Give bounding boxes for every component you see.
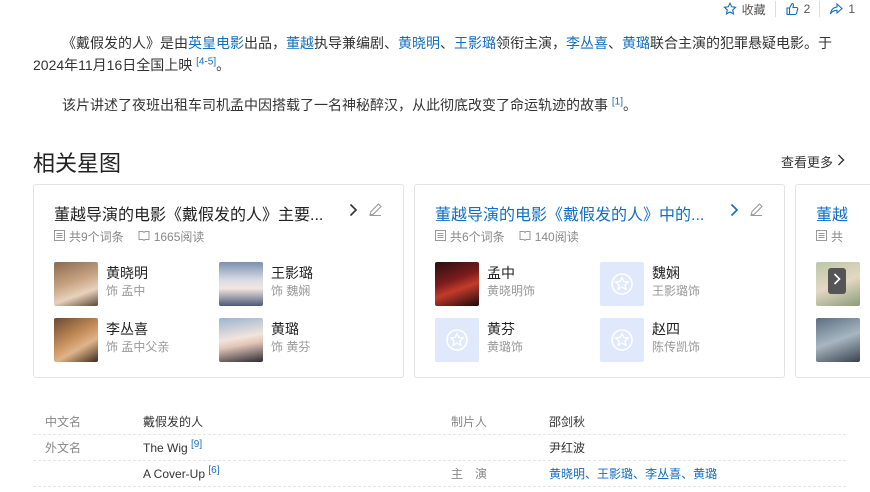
person-item[interactable]: 王影璐饰 魏娴 [219,262,313,306]
placeholder-avatar-icon [600,262,644,306]
link-actor[interactable]: 李丛喜 [566,35,608,51]
share-icon [829,2,844,16]
info-value: 邵剑秋 [549,415,586,429]
avatar [816,318,860,362]
person-item[interactable]: 黄璐饰 黄芬 [219,318,310,362]
book-icon [519,230,531,244]
info-value: The Wig [9] [143,438,203,455]
link-studio[interactable]: 英皇电影 [188,35,244,51]
section-title: 相关星图 [33,151,122,176]
link-director[interactable]: 董越 [286,35,314,51]
table-row: A Cover-Up [6] 主 演 黄晓明、王影璐、李丛喜、黄璐 [33,461,846,487]
entry-count: 共9个词条 [69,230,124,244]
cast-links: 黄晓明、王影璐、李丛喜、黄璐 [549,467,718,481]
link-actor[interactable]: 黄璐 [693,467,717,481]
edit-icon[interactable] [749,202,764,222]
card-title[interactable]: 董越 [816,201,848,225]
reference-link[interactable]: [4-5] [196,56,216,67]
avatar [435,262,479,306]
read-count: 140阅读 [534,230,579,244]
info-label: 主 演 [451,467,488,481]
reference-link[interactable]: [6] [208,465,219,476]
reference-link[interactable]: [1] [612,96,623,107]
entry-count: 共6个词条 [450,230,505,244]
like-button[interactable]: 2 [776,0,820,18]
placeholder-avatar-icon [600,318,644,362]
read-count: 1665阅读 [153,230,205,244]
share-count: 1 [848,2,855,16]
avatar [219,262,263,306]
person-item[interactable]: 黄芬 黄璐饰 [435,318,523,362]
card-title[interactable]: 董越导演的电影《戴假发的人》中的... [435,201,704,225]
link-actor[interactable]: 黄璐 [622,35,650,51]
link-actor[interactable]: 黄晓明 [398,35,440,51]
reference-link[interactable]: [9] [191,439,202,450]
plot-paragraph: 该片讲述了夜班出租车司机孟中因搭载了一名神秘醉汉，从此彻底改变了命运轨迹的故事 … [62,96,638,113]
table-row: 中文名 戴假发的人 制片人 邵剑秋 [33,409,846,435]
share-button[interactable]: 1 [820,0,864,18]
card-title[interactable]: 董越导演的电影《戴假发的人》主要... [54,201,323,225]
info-label: 制片人 [451,415,488,429]
placeholder-avatar-icon [435,318,479,362]
favorite-button[interactable]: 收藏 [714,0,775,18]
thumbs-up-icon [785,2,799,16]
avatar [219,318,263,362]
person-item[interactable]: 魏娴 王影璐饰 [600,262,700,306]
list-icon [54,229,65,244]
link-actor[interactable]: 王影璐 [454,35,496,51]
link-actor[interactable]: 黄晓明 [549,467,585,481]
info-value: 戴假发的人 [143,415,204,429]
info-value: A Cover-Up [6] [143,464,220,481]
summary-paragraph: 《戴假发的人》是由英皇电影出品，董越执导兼编剧、黄晓明、王影璐领衔主演，李丛喜、… [33,35,832,73]
book-icon [138,230,150,244]
table-row: 外文名 The Wig [9] 尹红波 [33,435,846,461]
edit-icon[interactable] [368,202,383,222]
favorite-label: 收藏 [741,2,766,17]
star-icon [722,2,737,16]
chevron-right-icon [837,154,845,169]
carousel-next-button[interactable] [828,268,846,294]
list-icon [435,229,446,244]
info-value: 尹红波 [549,441,586,455]
avatar [54,262,98,306]
link-actor[interactable]: 李丛喜 [645,467,681,481]
view-more-link[interactable]: 查看更多 [781,152,845,171]
entry-count: 共 [831,230,844,244]
article-actions: 收藏 2 1 [714,0,864,18]
star-map-card[interactable]: 董越导演的电影《戴假发的人》主要... 共9个词条 1665阅读 黄晓明饰 孟中… [33,184,404,378]
person-item[interactable]: 李丛喜饰 孟中父亲 [54,318,169,362]
info-label: 外文名 [45,441,82,455]
link-actor[interactable]: 王影璐 [597,467,633,481]
like-count: 2 [803,2,811,16]
avatar [54,318,98,362]
person-item[interactable]: 赵四 陈传凯饰 [600,318,700,362]
person-item[interactable]: 孟中 黄晓明饰 [435,262,535,306]
list-icon [816,229,827,244]
star-map-card[interactable]: 董越导演的电影《戴假发的人》中的... 共6个词条 140阅读 孟中 黄晓明饰 魏… [414,184,785,378]
person-item[interactable]: 黄晓明饰 孟中 [54,262,148,306]
info-label: 中文名 [45,415,82,429]
chevron-right-icon[interactable] [730,203,739,222]
chevron-right-icon[interactable] [349,203,358,222]
chevron-right-icon [833,272,841,290]
